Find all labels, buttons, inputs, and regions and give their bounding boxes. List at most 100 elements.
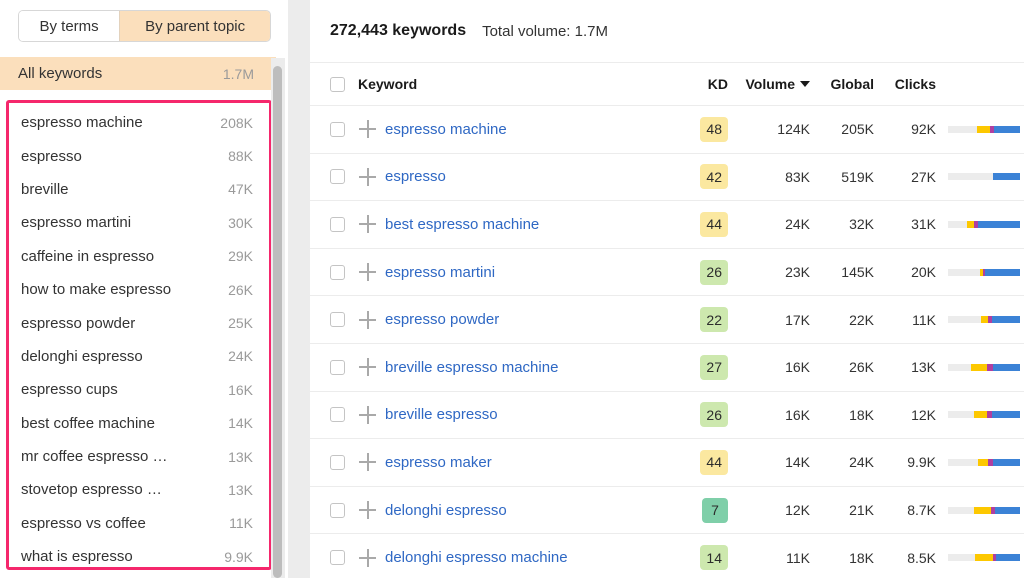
list-item[interactable]: espresso powder 25K <box>9 306 269 339</box>
keyword-link[interactable]: espresso powder <box>385 311 499 328</box>
serp-distribution-bar <box>948 554 1020 562</box>
table-row[interactable]: delonghi espresso machine 14 11K 18K 8.5K <box>310 534 1024 578</box>
sidebar-scrollbar-track[interactable] <box>271 58 285 578</box>
list-item[interactable]: how to make espresso 26K <box>9 273 269 306</box>
list-item[interactable]: stovetop espresso … 13K <box>9 473 269 506</box>
serp-cell <box>936 173 1024 181</box>
list-item[interactable]: espresso cups 16K <box>9 373 269 406</box>
global-value: 24K <box>849 454 874 471</box>
list-item[interactable]: espresso vs coffee 11K <box>9 507 269 540</box>
plus-icon[interactable] <box>356 356 378 378</box>
list-item-label: espresso machine <box>21 114 143 132</box>
row-checkbox[interactable] <box>330 550 345 566</box>
keyword-link[interactable]: espresso machine <box>385 121 507 138</box>
list-item-volume: 24K <box>228 348 253 365</box>
row-checkbox[interactable] <box>330 502 345 518</box>
keyword-link[interactable]: breville espresso machine <box>385 359 558 376</box>
row-checkbox[interactable] <box>330 169 345 185</box>
serp-distribution-bar <box>948 268 1020 276</box>
column-header-global[interactable]: Global <box>810 76 874 92</box>
kd-cell: 7 <box>672 497 728 523</box>
list-item[interactable]: breville 47K <box>9 173 269 206</box>
table-row[interactable]: delonghi espresso 7 12K 21K 8.7K <box>310 487 1024 535</box>
keyword-link[interactable]: espresso <box>385 168 446 185</box>
list-item[interactable]: espresso martini 30K <box>9 206 269 239</box>
table-row[interactable]: espresso powder 22 17K 22K 11K <box>310 296 1024 344</box>
row-checkbox[interactable] <box>330 121 345 137</box>
kd-badge: 48 <box>700 116 728 142</box>
row-checkbox[interactable] <box>330 312 345 328</box>
kd-cell: 14 <box>672 545 728 571</box>
plus-icon[interactable] <box>356 547 378 569</box>
list-item[interactable]: caffeine in espresso 29K <box>9 240 269 273</box>
serp-segment <box>948 268 980 276</box>
keyword-link[interactable]: espresso martini <box>385 264 495 281</box>
serp-distribution-bar <box>948 173 1020 181</box>
plus-icon[interactable] <box>356 118 378 140</box>
volume-value: 16K <box>785 406 810 423</box>
list-item[interactable]: what is espresso 9.9K <box>9 540 269 567</box>
table-row[interactable]: espresso maker 44 14K 24K 9.9K <box>310 439 1024 487</box>
plus-icon[interactable] <box>356 213 378 235</box>
kd-badge: 27 <box>700 354 728 380</box>
clicks-value: 31K <box>911 216 936 233</box>
sidebar-scrollbar-thumb[interactable] <box>273 66 282 578</box>
list-item-volume: 9.9K <box>224 548 253 565</box>
serp-segment <box>948 363 972 371</box>
kd-badge: 22 <box>700 307 728 333</box>
list-item-label: espresso powder <box>21 314 136 332</box>
serp-distribution-bar <box>948 363 1020 371</box>
row-checkbox[interactable] <box>330 454 345 470</box>
table-row[interactable]: breville espresso 26 16K 18K 12K <box>310 392 1024 440</box>
keyword-link[interactable]: breville espresso <box>385 406 498 423</box>
plus-icon[interactable] <box>356 261 378 283</box>
column-header-clicks[interactable]: Clicks <box>874 76 936 92</box>
row-checkbox[interactable] <box>330 264 345 280</box>
table-row[interactable]: espresso 42 83K 519K 27K <box>310 154 1024 202</box>
row-checkbox[interactable] <box>330 407 345 423</box>
list-item-label: caffeine in espresso <box>21 247 155 265</box>
serp-cell <box>936 220 1024 228</box>
column-header-kd[interactable]: KD <box>672 76 728 92</box>
serp-segment <box>948 316 982 324</box>
volume-value: 124K <box>777 121 810 138</box>
keyword-link[interactable]: espresso maker <box>385 454 492 471</box>
select-all-checkbox[interactable] <box>330 76 345 92</box>
row-checkbox[interactable] <box>330 359 345 375</box>
sidebar-item-all-keywords[interactable]: All keywords 1.7M <box>0 57 276 90</box>
list-item[interactable]: espresso 88K <box>9 139 269 172</box>
serp-segment <box>973 506 992 514</box>
serp-cell <box>936 554 1024 562</box>
plus-icon[interactable] <box>356 166 378 188</box>
list-item[interactable]: best coffee machine 14K <box>9 407 269 440</box>
serp-segment <box>971 363 987 371</box>
plus-icon[interactable] <box>356 451 378 473</box>
plus-icon[interactable] <box>356 499 378 521</box>
tab-by-terms[interactable]: By terms <box>19 11 120 41</box>
keyword-link[interactable]: delonghi espresso <box>385 502 507 519</box>
table-row[interactable]: espresso machine 48 124K 205K 92K <box>310 106 1024 154</box>
list-item[interactable]: mr coffee espresso … 13K <box>9 440 269 473</box>
plus-icon[interactable] <box>356 309 378 331</box>
column-header-volume[interactable]: Volume <box>728 76 810 92</box>
list-item-label: delonghi espresso <box>21 347 143 365</box>
serp-segment <box>994 125 1020 133</box>
plus-icon[interactable] <box>356 404 378 426</box>
list-item[interactable]: delonghi espresso 24K <box>9 340 269 373</box>
list-item-volume: 29K <box>228 248 253 265</box>
keyword-link[interactable]: best espresso machine <box>385 216 539 233</box>
serp-segment <box>948 173 994 181</box>
keyword-link[interactable]: delonghi espresso machine <box>385 549 568 566</box>
list-item[interactable]: espresso machine 208K <box>9 106 269 139</box>
list-item-label: best coffee machine <box>21 414 155 432</box>
row-checkbox[interactable] <box>330 216 345 232</box>
global-value: 32K <box>849 216 874 233</box>
all-keywords-label: All keywords <box>18 65 103 82</box>
table-row[interactable]: breville espresso machine 27 16K 26K 13K <box>310 344 1024 392</box>
table-row[interactable]: espresso martini 26 23K 145K 20K <box>310 249 1024 297</box>
column-header-keyword[interactable]: Keyword <box>358 76 417 92</box>
volume-value: 16K <box>785 359 810 376</box>
serp-cell <box>936 268 1024 276</box>
tab-by-parent-topic[interactable]: By parent topic <box>119 11 270 41</box>
table-row[interactable]: best espresso machine 44 24K 32K 31K <box>310 201 1024 249</box>
